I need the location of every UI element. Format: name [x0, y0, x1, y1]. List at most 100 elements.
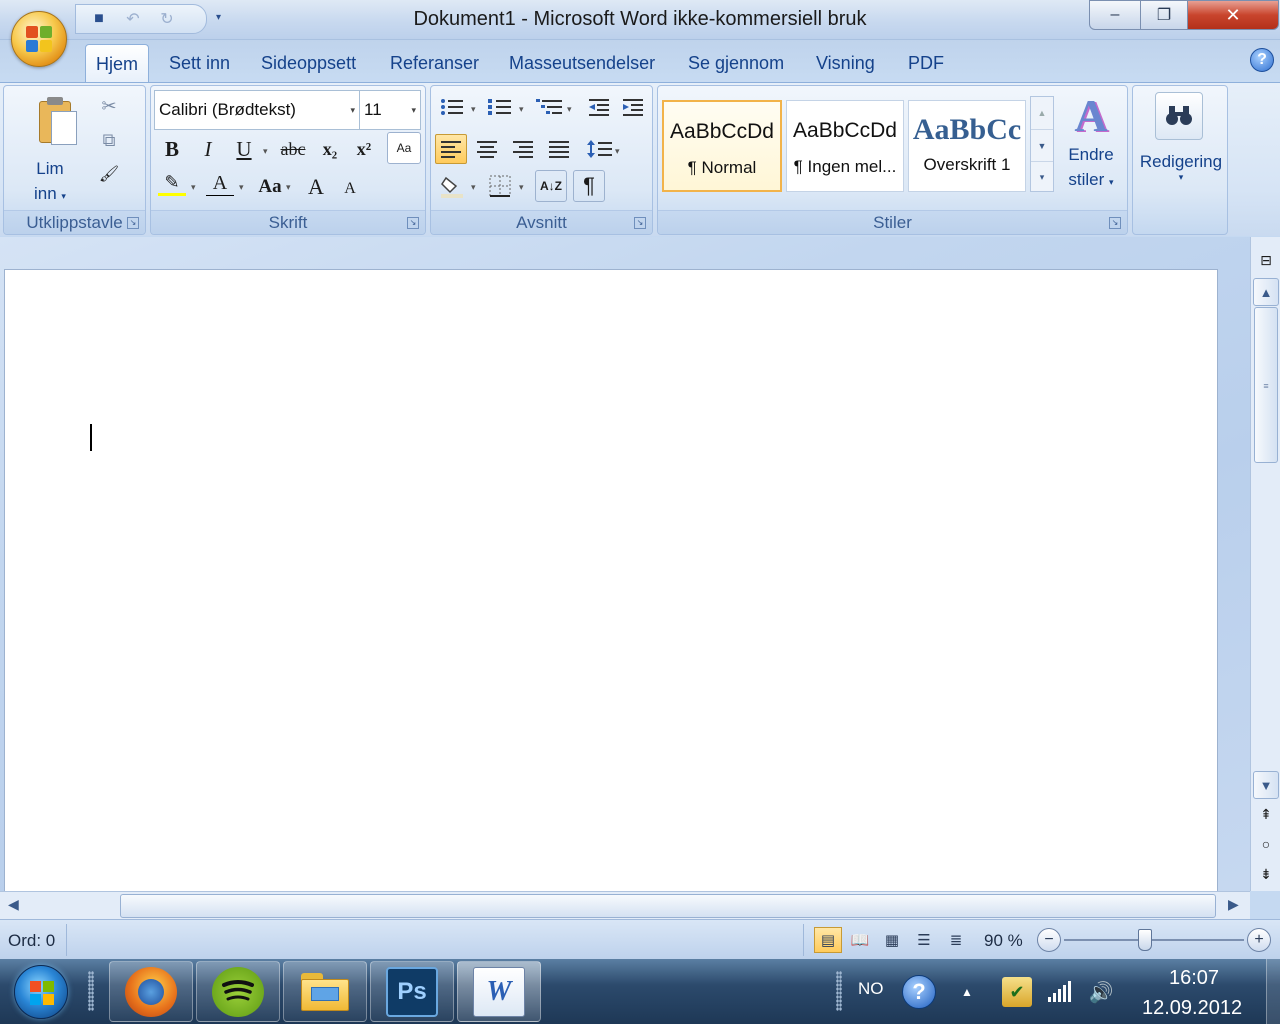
align-left-button[interactable] [435, 134, 467, 164]
gallery-down-icon[interactable]: ▼ [1031, 129, 1053, 161]
print-layout-view-icon[interactable]: ▤ [814, 927, 842, 953]
customize-qat-button[interactable]: ▾ [216, 12, 221, 23]
change-styles-button[interactable]: A Endre stiler ▾ [1060, 90, 1122, 200]
paste-button[interactable]: Lim inn ▾ [34, 156, 66, 209]
outline-view-icon[interactable]: ☰ [910, 927, 938, 953]
multilevel-dropdown-icon[interactable]: ▾ [567, 104, 572, 115]
show-formatting-button[interactable]: ¶ [573, 170, 605, 202]
tab-se-gjennom[interactable]: Se gjennom [688, 53, 784, 74]
line-spacing-button[interactable] [583, 134, 617, 164]
change-case-dropdown-icon[interactable]: ▾ [286, 182, 291, 193]
highlight-dropdown-icon[interactable]: ▾ [191, 182, 196, 193]
decrease-indent-button[interactable] [585, 94, 613, 120]
tab-visning[interactable]: Visning [816, 53, 875, 74]
align-center-button[interactable] [471, 134, 503, 164]
numbering-dropdown-icon[interactable]: ▾ [519, 104, 524, 115]
undo-icon[interactable]: ↶ [122, 8, 144, 30]
numbering-button[interactable] [485, 94, 515, 120]
browse-object-icon[interactable]: ○ [1255, 833, 1277, 855]
language-indicator[interactable]: NO [858, 979, 884, 999]
font-color-dropdown-icon[interactable]: ▾ [239, 182, 244, 193]
editing-button[interactable]: Redigering ▾ [1133, 152, 1229, 183]
minimize-button[interactable]: – [1089, 0, 1141, 30]
grow-font-button[interactable]: A [301, 172, 331, 202]
tab-hjem[interactable]: Hjem [85, 44, 150, 84]
shrink-font-button[interactable]: A [337, 176, 363, 202]
clipboard-launcher-icon[interactable]: ↘ [127, 217, 139, 229]
highlight-button[interactable]: ✎ [157, 172, 187, 196]
zoom-slider-thumb[interactable] [1138, 929, 1152, 951]
zoom-out-icon[interactable]: − [1037, 928, 1061, 952]
document-page[interactable] [4, 269, 1218, 891]
previous-page-icon[interactable]: ⇞ [1255, 803, 1277, 825]
style-normal[interactable]: AaBbCcDd ¶ Normal [662, 100, 782, 192]
scroll-right-icon[interactable]: ▶ [1228, 896, 1239, 913]
strikethrough-button[interactable]: abc [275, 134, 311, 164]
tab-sett-inn[interactable]: Sett inn [169, 53, 230, 74]
tab-sideoppsett[interactable]: Sideoppsett [261, 53, 356, 74]
zoom-slider-track[interactable] [1064, 939, 1244, 941]
tab-referanser[interactable]: Referanser [390, 53, 479, 74]
align-right-button[interactable] [507, 134, 539, 164]
font-name-combo[interactable]: Calibri (Brødtekst) ▾ [154, 90, 360, 130]
clear-formatting-button[interactable]: Aa [387, 132, 421, 164]
taskbar-firefox[interactable] [109, 961, 193, 1022]
office-button[interactable] [11, 11, 67, 67]
network-icon[interactable] [1044, 977, 1074, 1007]
gallery-up-icon[interactable]: ▲ [1031, 97, 1053, 129]
font-color-button[interactable]: A [205, 172, 235, 196]
subscript-button[interactable]: x₂ [315, 134, 345, 164]
close-button[interactable]: ✕ [1187, 0, 1279, 30]
horizontal-scroll-thumb[interactable] [120, 894, 1216, 918]
copy-icon[interactable]: ⧉ [96, 128, 122, 152]
next-page-icon[interactable]: ⇟ [1255, 863, 1277, 885]
view-ruler-icon[interactable]: ⊟ [1255, 249, 1277, 271]
font-size-combo[interactable]: 11 ▾ [359, 90, 421, 130]
zoom-level[interactable]: 90 % [984, 931, 1023, 951]
help-icon[interactable]: ? [1250, 48, 1274, 72]
word-count[interactable]: Ord: 0 [8, 931, 55, 951]
maximize-button[interactable]: ❐ [1140, 0, 1188, 30]
shading-button[interactable] [437, 172, 467, 200]
increase-indent-button[interactable] [619, 94, 647, 120]
underline-button[interactable]: U [229, 134, 259, 164]
bullets-button[interactable] [437, 94, 467, 120]
font-launcher-icon[interactable]: ↘ [407, 217, 419, 229]
clock-time[interactable]: 16:07 [1169, 967, 1219, 990]
show-desktop-button[interactable] [1266, 959, 1280, 1024]
italic-button[interactable]: I [193, 134, 223, 164]
justify-button[interactable] [543, 134, 575, 164]
save-icon[interactable]: ■ [88, 8, 110, 30]
tab-masseutsendelser[interactable]: Masseutsendelser [509, 53, 655, 74]
format-painter-icon[interactable]: 🖌 [96, 162, 122, 186]
help-tray-icon[interactable]: ? [902, 975, 936, 1009]
zoom-in-icon[interactable]: + [1247, 928, 1271, 952]
redo-icon[interactable]: ↻ [156, 8, 178, 30]
scroll-down-button[interactable]: ▼ [1253, 771, 1279, 799]
multilevel-list-button[interactable] [533, 94, 567, 120]
paste-icon[interactable] [30, 92, 86, 152]
taskbar-photoshop[interactable]: Ps [370, 961, 454, 1022]
clock-date[interactable]: 12.09.2012 [1142, 997, 1242, 1020]
style-heading-1[interactable]: AaBbCc Overskrift 1 [908, 100, 1026, 192]
borders-dropdown-icon[interactable]: ▾ [519, 182, 524, 193]
shading-dropdown-icon[interactable]: ▾ [471, 182, 476, 193]
taskbar-spotify[interactable] [196, 961, 280, 1022]
volume-icon[interactable]: 🔊 [1086, 977, 1116, 1007]
binoculars-icon[interactable] [1155, 92, 1203, 140]
styles-launcher-icon[interactable]: ↘ [1109, 217, 1121, 229]
taskbar-explorer[interactable] [283, 961, 367, 1022]
paragraph-launcher-icon[interactable]: ↘ [634, 217, 646, 229]
cut-icon[interactable]: ✂ [96, 94, 122, 118]
vertical-scrollbar[interactable]: ⊟ ▲ ≡ ▼ ⇞ ○ ⇟ [1250, 237, 1280, 891]
borders-button[interactable] [485, 172, 515, 200]
web-layout-icon[interactable]: ▦ [878, 927, 906, 953]
start-button[interactable] [14, 965, 68, 1019]
sort-button[interactable]: A↓Z [535, 170, 567, 202]
taskbar-word[interactable]: W [457, 961, 541, 1022]
style-no-spacing[interactable]: AaBbCcDd ¶ Ingen mel... [786, 100, 904, 192]
superscript-button[interactable]: x² [349, 134, 379, 164]
show-hidden-icons-icon[interactable]: ▲ [952, 977, 982, 1007]
vertical-scroll-thumb[interactable]: ≡ [1254, 307, 1278, 463]
full-screen-reading-icon[interactable]: 📖 [846, 927, 874, 953]
